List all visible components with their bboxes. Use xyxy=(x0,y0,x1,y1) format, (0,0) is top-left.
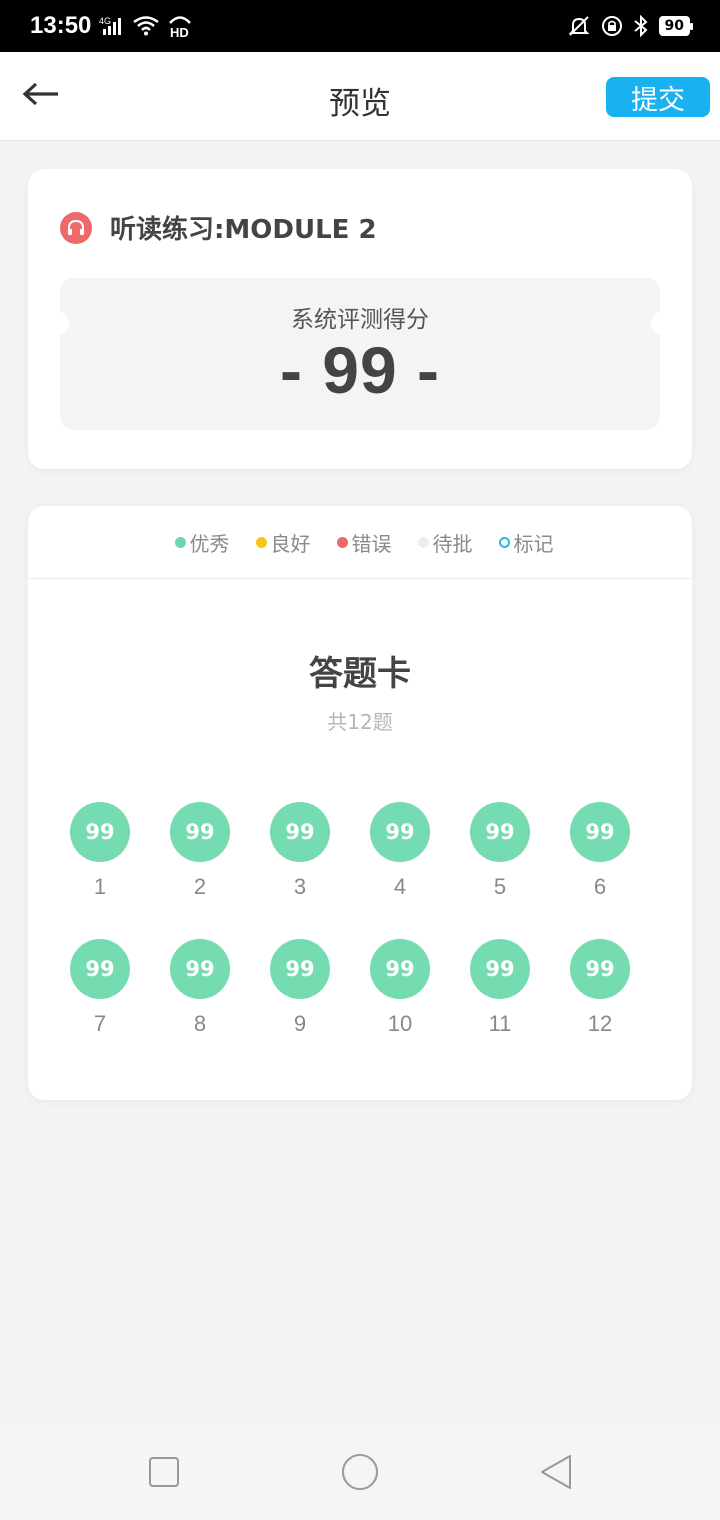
answer-card-title: 答题卡 xyxy=(309,654,411,694)
square-icon xyxy=(148,1456,180,1492)
question-number: 2 xyxy=(193,874,207,899)
app-header: 预览 提交 xyxy=(0,52,720,141)
question-number: 10 xyxy=(387,1011,413,1036)
home-button[interactable] xyxy=(340,1454,380,1494)
question-number: 3 xyxy=(293,874,307,899)
legend-label: 优秀 xyxy=(189,531,230,556)
system-back-button[interactable] xyxy=(536,1454,576,1494)
question-item[interactable]: 99 10 xyxy=(350,939,450,1037)
question-number: 4 xyxy=(393,874,407,899)
rotation-lock-icon xyxy=(601,15,623,37)
hd-label: HD xyxy=(170,25,189,38)
question-score-badge: 99 xyxy=(370,939,430,999)
question-item[interactable]: 99 6 xyxy=(550,802,650,900)
legend-label: 良好 xyxy=(270,531,311,556)
question-score-badge: 99 xyxy=(570,939,630,999)
legend-item: 待批 xyxy=(417,528,473,557)
question-item[interactable]: 99 12 xyxy=(550,939,650,1037)
question-item[interactable]: 99 5 xyxy=(450,802,550,900)
question-number: 1 xyxy=(93,874,107,899)
question-number: 11 xyxy=(488,1011,512,1036)
score-label: 系统评测得分 xyxy=(291,307,429,333)
question-score-badge: 99 xyxy=(370,802,430,862)
question-item[interactable]: 99 2 xyxy=(150,802,250,900)
submit-button[interactable]: 提交 xyxy=(606,77,710,117)
score-value: - 99 - xyxy=(279,333,441,407)
battery-indicator: 90 xyxy=(658,16,694,36)
legend-item: 优秀 xyxy=(174,528,230,557)
question-number: 7 xyxy=(93,1011,107,1036)
legend-dot xyxy=(417,536,429,548)
question-item[interactable]: 99 1 xyxy=(50,802,150,900)
question-number: 9 xyxy=(293,1011,307,1036)
status-bar: 13:50 4G HD 90 xyxy=(0,0,720,52)
recent-apps-button[interactable] xyxy=(144,1454,184,1494)
network-type: 4G xyxy=(99,16,111,26)
legend-label: 错误 xyxy=(351,531,392,556)
score-box: 系统评测得分 - 99 - xyxy=(51,278,669,430)
question-score-badge: 99 xyxy=(470,939,530,999)
answer-card: 优秀 良好 错误 待批 标记 答题卡 共12题 99 1 99 2 99 3 99 4 99 5 99 6 99… xyxy=(28,506,692,1100)
question-count: 共12题 xyxy=(327,710,393,734)
question-item[interactable]: 99 8 xyxy=(150,939,250,1037)
battery-level: 90 xyxy=(664,18,684,34)
wifi-icon xyxy=(133,16,160,36)
question-score-badge: 99 xyxy=(470,802,530,862)
exercise-header: 听读练习:MODULE 2 xyxy=(60,209,377,246)
question-score-badge: 99 xyxy=(70,939,130,999)
legend-item: 标记 xyxy=(498,528,554,557)
question-score-badge: 99 xyxy=(170,939,230,999)
question-number: 6 xyxy=(593,874,607,899)
bluetooth-icon xyxy=(633,15,649,37)
question-score-badge: 99 xyxy=(270,802,330,862)
bell-off-icon xyxy=(567,14,591,38)
question-score-badge: 99 xyxy=(570,802,630,862)
legend-item: 良好 xyxy=(255,528,311,557)
legend-dot xyxy=(336,536,348,548)
question-score-badge: 99 xyxy=(70,802,130,862)
question-item[interactable]: 99 7 xyxy=(50,939,150,1037)
legend-dot xyxy=(255,536,267,548)
question-number: 5 xyxy=(493,874,507,899)
hd-call-icon: HD xyxy=(167,14,193,38)
legend-item: 错误 xyxy=(336,528,392,557)
status-time: 13:50 xyxy=(30,12,92,39)
question-number: 8 xyxy=(193,1011,207,1036)
legend-label: 标记 xyxy=(513,531,554,556)
score-card: 听读练习:MODULE 2 系统评测得分 - 99 - xyxy=(28,169,692,469)
question-item[interactable]: 99 11 xyxy=(450,939,550,1037)
question-item[interactable]: 99 4 xyxy=(350,802,450,900)
headphone-icon xyxy=(60,211,92,244)
system-nav-bar xyxy=(0,1424,720,1520)
question-score-badge: 99 xyxy=(270,939,330,999)
circle-icon xyxy=(341,1453,379,1495)
exercise-title: 听读练习:MODULE 2 xyxy=(110,215,377,245)
question-score-badge: 99 xyxy=(170,802,230,862)
question-number: 12 xyxy=(587,1011,613,1036)
legend-dot xyxy=(498,536,510,548)
cellular-signal-icon: 4G xyxy=(99,15,125,37)
legend: 优秀 良好 错误 待批 标记 xyxy=(28,506,692,579)
question-item[interactable]: 99 9 xyxy=(250,939,350,1037)
legend-dot xyxy=(174,536,186,548)
question-item[interactable]: 99 3 xyxy=(250,802,350,900)
legend-label: 待批 xyxy=(432,531,473,556)
triangle-back-icon xyxy=(538,1453,574,1495)
